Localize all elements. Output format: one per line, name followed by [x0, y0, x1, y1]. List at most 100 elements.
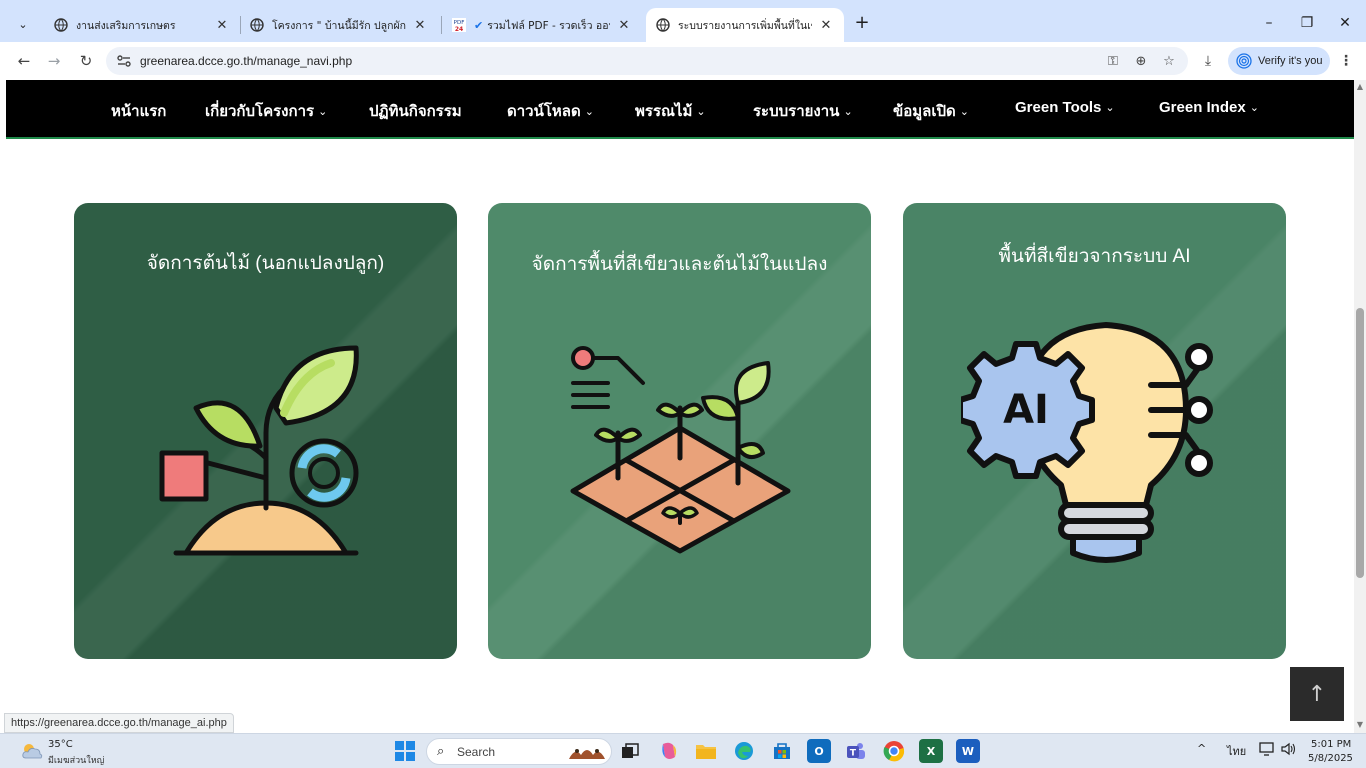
zoom-icon[interactable]: ⊕ [1132, 52, 1150, 70]
download-icon[interactable]: ⤓ [1198, 51, 1218, 71]
speaker-volume-icon[interactable] [1281, 742, 1297, 759]
card-manage-trees-outside-plot[interactable]: จัดการต้นไม้ (นอกแปลงปลูก) [74, 203, 457, 659]
back-button[interactable]: ← [12, 50, 36, 72]
nav-home[interactable]: หน้าแรก [111, 99, 166, 123]
svg-text:24: 24 [455, 26, 463, 32]
scroll-up-arrow-icon[interactable]: ▲ [1356, 82, 1364, 91]
tab-search-button[interactable]: ⌄ [10, 12, 36, 36]
checkmark-icon: ✔ [474, 18, 484, 32]
globe-icon [250, 18, 264, 32]
tab-merge-pdf[interactable]: PDF24 ✔ รวมไฟล์ PDF - รวดเร็ว ออนไลน์ ฟร… [442, 8, 642, 42]
search-label: Search [457, 745, 496, 759]
input-language-indicator[interactable]: ไทย [1227, 742, 1246, 760]
nav-open-data[interactable]: ข้อมูลเปิด ⌄ [893, 99, 969, 123]
copilot-icon[interactable] [657, 739, 681, 763]
tab-title: รวมไฟล์ PDF - รวดเร็ว ออนไลน์ ฟรี [487, 19, 610, 32]
card-title: พื้นที่สีเขียวจากระบบ AI [998, 246, 1191, 267]
verify-profile-button[interactable]: Verify it's you [1228, 47, 1330, 75]
tab-title: งานส่งเสริมการเกษตร [76, 19, 176, 32]
nav-about-project[interactable]: เกี่ยวกับโครงการ ⌄ [205, 99, 327, 123]
forward-button[interactable]: → [42, 50, 66, 72]
word-icon[interactable]: W [956, 739, 980, 763]
close-tab-icon[interactable]: ✕ [616, 18, 632, 33]
url-text: greenarea.dcce.go.th/manage_navi.php [140, 54, 353, 68]
browser-toolbar: ← → ↻ greenarea.dcce.go.th/manage_navi.p… [0, 42, 1366, 80]
restore-button[interactable]: ❐ [1292, 10, 1322, 36]
nav-green-tools[interactable]: Green Tools ⌄ [1015, 99, 1115, 116]
chevron-down-icon: ⌄ [959, 106, 969, 118]
plant-sprout-icon [159, 345, 359, 556]
microsoft-store-icon[interactable] [770, 739, 794, 763]
nav-label: หน้าแรก [111, 103, 167, 120]
site-navigation-bar: หน้าแรก เกี่ยวกับโครงการ ⌄ ปฏิทินกิจกรรม … [6, 80, 1354, 139]
nav-plant-species[interactable]: พรรณไม้ ⌄ [635, 99, 706, 123]
weather-temperature[interactable]: 35°C [48, 739, 73, 750]
arrow-up-icon: ↑ [1307, 681, 1327, 707]
card-title: จัดการต้นไม้ (นอกแปลงปลูก) [146, 253, 385, 274]
browser-menu-icon[interactable]: ⋮ [1336, 51, 1356, 71]
teams-icon[interactable]: T [844, 739, 868, 763]
minimize-button[interactable]: – [1254, 10, 1284, 36]
nav-label: พรรณไม้ [635, 103, 693, 120]
reload-button[interactable]: ↻ [74, 50, 98, 72]
windows-start-icon[interactable] [393, 739, 417, 763]
close-tab-icon[interactable]: ✕ [214, 18, 230, 33]
clock-time[interactable]: 5:01 PM [1311, 739, 1351, 750]
chevron-down-icon: ⌄ [1105, 102, 1115, 114]
edge-browser-icon[interactable] [732, 739, 756, 763]
nav-download[interactable]: ดาวน์โหลด ⌄ [507, 99, 594, 123]
nav-label: Green Index [1159, 99, 1246, 116]
page-scrollbar[interactable]: ▲ ▼ [1354, 80, 1366, 733]
chevron-down-icon: ⌄ [696, 106, 706, 118]
bookmark-star-icon[interactable]: ☆ [1160, 52, 1178, 70]
chevron-down-icon: ⌄ [584, 106, 594, 118]
word-letter: W [961, 744, 975, 758]
taskbar-search-box[interactable]: ⌕ Search [426, 738, 612, 765]
excel-icon[interactable]: X [919, 739, 943, 763]
browser-tab-strip: ⌄ งานส่งเสริมการเกษตร ✕ โครงการ " บ้านนี… [0, 0, 1366, 42]
card-title: จัดการพื้นที่สีเขียวและต้นไม้ในแปลง [531, 254, 828, 275]
card-green-area-from-ai[interactable]: พื้นที่สีเขียวจากระบบ AI AI [903, 203, 1286, 659]
tab-vegetable-project[interactable]: โครงการ " บ้านนี้มีรัก ปลูกผักกินเอง ✕ [240, 8, 438, 42]
chevron-down-icon: ⌄ [843, 106, 853, 118]
verify-label: Verify it's you [1258, 55, 1323, 67]
nav-label: เกี่ยวกับโครงการ [205, 103, 315, 120]
nav-label: ดาวน์โหลด [507, 103, 581, 120]
search-icon: ⌕ [437, 744, 445, 759]
show-hidden-icons-chevron-icon[interactable]: ^ [1197, 742, 1206, 755]
ai-text: AI [1003, 387, 1049, 433]
task-view-icon[interactable] [618, 739, 642, 763]
card-manage-green-area-in-plot[interactable]: จัดการพื้นที่สีเขียวและต้นไม้ในแปลง [488, 203, 871, 659]
new-tab-button[interactable]: + [851, 12, 873, 34]
nav-green-index[interactable]: Green Index ⌄ [1159, 99, 1259, 116]
nav-label: Green Tools [1015, 99, 1102, 116]
address-bar[interactable]: greenarea.dcce.go.th/manage_navi.php ⚿ ⊕… [106, 47, 1188, 75]
nav-calendar[interactable]: ปฏิทินกิจกรรม [369, 99, 462, 123]
outlook-icon[interactable]: O [807, 739, 831, 763]
close-tab-icon[interactable]: ✕ [412, 18, 428, 33]
network-icon[interactable] [1259, 742, 1275, 759]
chevron-down-icon: ⌄ [318, 106, 328, 118]
scroll-down-arrow-icon[interactable]: ▼ [1356, 720, 1364, 729]
close-window-button[interactable]: ✕ [1330, 10, 1360, 36]
close-tab-icon[interactable]: ✕ [818, 18, 834, 33]
chevron-down-icon: ⌄ [1249, 102, 1259, 114]
nav-report-system[interactable]: ระบบรายงาน ⌄ [753, 99, 853, 123]
fingerprint-icon [1236, 53, 1252, 69]
file-explorer-icon[interactable] [694, 739, 718, 763]
link-status-bubble: https://greenarea.dcce.go.th/manage_ai.p… [4, 713, 234, 733]
cloudy-weather-icon[interactable] [20, 741, 44, 761]
scrollbar-thumb[interactable] [1356, 308, 1364, 578]
chrome-icon[interactable] [882, 739, 906, 763]
tab-green-area-report[interactable]: ระบบรายงานการเพิ่มพื้นที่ในเขตชุมชน ✕ [646, 8, 844, 42]
password-key-icon[interactable]: ⚿ [1104, 52, 1122, 70]
clock-date[interactable]: 5/8/2025 [1308, 753, 1353, 764]
tab-agri-promotion[interactable]: งานส่งเสริมการเกษตร ✕ [44, 8, 240, 42]
site-info-icon[interactable] [116, 53, 132, 69]
excel-letter: X [926, 744, 936, 758]
nav-label: ข้อมูลเปิด [893, 103, 956, 120]
weather-description[interactable]: มีเมฆส่วนใหญ่ [48, 753, 104, 767]
nav-label: ระบบรายงาน [753, 103, 840, 120]
back-to-top-button[interactable]: ↑ [1290, 667, 1344, 721]
plot-planting-icon [570, 346, 791, 554]
